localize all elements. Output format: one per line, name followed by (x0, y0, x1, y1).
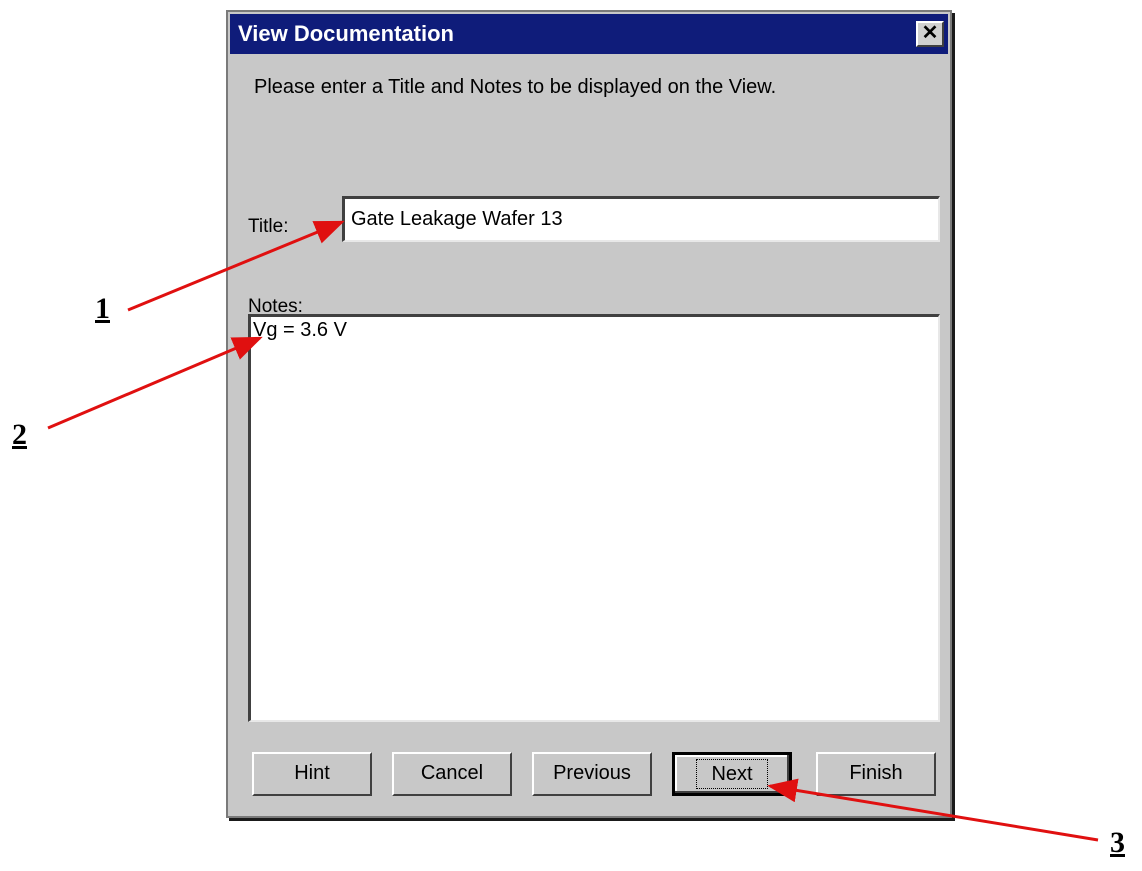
callout-3-arrow (767, 778, 1099, 842)
callout-2-label: 2 (12, 418, 27, 451)
callout-1-arrow (127, 220, 345, 312)
callout-3-label: 3 (1110, 826, 1125, 859)
callout-2-arrow (47, 336, 263, 430)
stage: View Documentation ✕ Please enter a Titl… (0, 0, 1142, 871)
callout-arrows (47, 220, 1099, 842)
callout-1-label: 1 (95, 292, 110, 325)
